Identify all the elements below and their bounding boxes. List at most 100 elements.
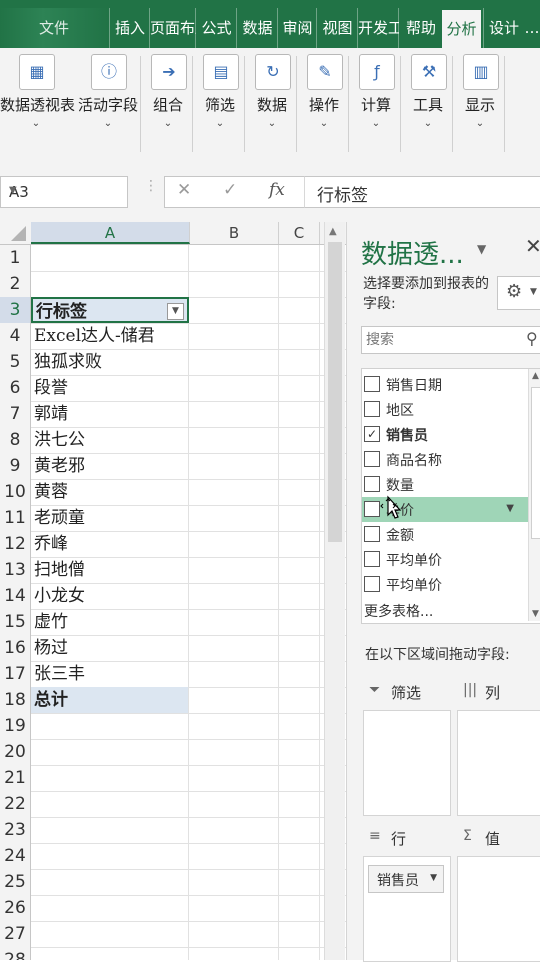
ribbon-group-8[interactable]: ▥ 显示 ⌄ <box>457 48 503 148</box>
ribbon-group-7[interactable]: ⚒ 工具 ⌄ <box>405 48 451 148</box>
tab-1[interactable]: 插入 <box>109 8 150 48</box>
cell-b[interactable] <box>190 401 279 427</box>
row-header[interactable]: 12 <box>0 531 31 557</box>
row-header[interactable]: 3 <box>0 297 31 323</box>
field-item[interactable]: 单价 ▼ <box>362 495 528 522</box>
row-header[interactable]: 17 <box>0 661 31 687</box>
formula-input[interactable]: 行标签 <box>304 176 540 208</box>
cell-b[interactable] <box>190 791 279 817</box>
cell-a[interactable]: 行标签 ▼ <box>31 297 189 323</box>
cell-a[interactable] <box>31 791 189 817</box>
values-drop-zone[interactable] <box>457 856 540 962</box>
row-label-filter-button[interactable]: ▼ <box>167 303 184 320</box>
row-header[interactable]: 7 <box>0 401 31 427</box>
column-header-B[interactable]: B <box>190 222 279 244</box>
cell-c[interactable] <box>279 505 320 531</box>
row-header[interactable]: 13 <box>0 557 31 583</box>
cell-a[interactable] <box>31 739 189 765</box>
chevron-down-icon[interactable]: ▼ <box>9 185 121 196</box>
cell-a[interactable]: 杨过 <box>31 635 189 661</box>
scroll-thumb[interactable] <box>531 387 540 539</box>
field-item[interactable]: 平均单价 <box>362 547 528 572</box>
cell-c[interactable] <box>279 661 320 687</box>
cell-b[interactable] <box>190 375 279 401</box>
cell-a[interactable]: Excel达人-储君 <box>31 323 189 349</box>
cell-c[interactable] <box>279 453 320 479</box>
cell-a[interactable]: 段誉 <box>31 375 189 401</box>
cell-a[interactable] <box>31 947 189 960</box>
cell-b[interactable] <box>190 505 279 531</box>
more-tabs-icon[interactable]: … <box>524 8 540 48</box>
row-header[interactable]: 20 <box>0 739 31 765</box>
name-box[interactable]: A3 ▼ <box>0 176 128 208</box>
tab-0[interactable]: 文件 <box>0 8 108 48</box>
cell-b[interactable] <box>190 479 279 505</box>
field-checkbox[interactable]: ✓ <box>364 426 380 442</box>
scroll-down-icon[interactable]: ▼ <box>532 609 539 619</box>
cell-c[interactable] <box>279 765 320 791</box>
cell-b[interactable] <box>190 583 279 609</box>
search-icon[interactable]: ⚲ <box>526 329 538 348</box>
cell-c[interactable] <box>279 271 320 297</box>
cell-c[interactable] <box>279 583 320 609</box>
row-header[interactable]: 8 <box>0 427 31 453</box>
scroll-up-icon[interactable]: ▲ <box>329 226 337 237</box>
field-checkbox[interactable] <box>364 451 380 467</box>
cell-a[interactable] <box>31 271 189 297</box>
cell-a[interactable]: 乔峰 <box>31 531 189 557</box>
cell-a[interactable] <box>31 713 189 739</box>
cell-b[interactable] <box>190 817 279 843</box>
vertical-scrollbar[interactable]: ▲ <box>324 222 345 960</box>
field-item[interactable]: 数量 <box>362 472 528 497</box>
cell-c[interactable] <box>279 869 320 895</box>
cell-b[interactable] <box>190 245 279 271</box>
row-header[interactable]: 11 <box>0 505 31 531</box>
cell-b[interactable] <box>190 687 279 713</box>
cell-b[interactable] <box>190 635 279 661</box>
cell-b[interactable] <box>190 271 279 297</box>
tab-3[interactable]: 公式 <box>195 8 237 48</box>
cell-c[interactable] <box>279 349 320 375</box>
cell-b[interactable] <box>190 895 279 921</box>
row-header[interactable]: 9 <box>0 453 31 479</box>
field-item[interactable]: 金额 <box>362 522 528 547</box>
cell-c[interactable] <box>279 739 320 765</box>
cell-a[interactable] <box>31 921 189 947</box>
ribbon-group-3[interactable]: ▤ 筛选 ⌄ <box>197 48 243 148</box>
cell-a[interactable]: 张三丰 <box>31 661 189 687</box>
row-header[interactable]: 16 <box>0 635 31 661</box>
ribbon-group-0[interactable]: ▦ 数据透视表 ⌄ <box>0 48 75 148</box>
cell-b[interactable] <box>190 297 279 323</box>
tab-7[interactable]: 开发工具 <box>357 8 399 48</box>
cell-c[interactable] <box>279 375 320 401</box>
row-header[interactable]: 10 <box>0 479 31 505</box>
cell-b[interactable] <box>190 349 279 375</box>
cell-b[interactable] <box>190 713 279 739</box>
cancel-icon[interactable]: ✕ <box>177 180 191 200</box>
row-header[interactable]: 5 <box>0 349 31 375</box>
field-checkbox[interactable] <box>364 526 380 542</box>
ribbon-group-1[interactable]: ⓘ 活动字段 ⌄ <box>76 48 140 148</box>
ribbon-group-5[interactable]: ✎ 操作 ⌄ <box>301 48 347 148</box>
cell-b[interactable] <box>190 661 279 687</box>
cell-b[interactable] <box>190 453 279 479</box>
row-header[interactable]: 22 <box>0 791 31 817</box>
column-header-C[interactable]: C <box>279 222 320 244</box>
field-item[interactable]: 平均单价 <box>362 572 528 597</box>
ribbon-group-2[interactable]: ➔ 组合 ⌄ <box>145 48 191 148</box>
row-header[interactable]: 14 <box>0 583 31 609</box>
pane-options-chevron-icon[interactable]: ▼ <box>477 242 486 256</box>
filters-drop-zone[interactable] <box>363 710 451 816</box>
row-header[interactable]: 27 <box>0 921 31 947</box>
ribbon-group-6[interactable]: ƒ 计算 ⌄ <box>353 48 399 148</box>
chevron-down-icon[interactable]: ▼ <box>430 873 437 883</box>
cell-a[interactable]: 黄蓉 <box>31 479 189 505</box>
row-header[interactable]: 18 <box>0 687 31 713</box>
cell-a[interactable] <box>31 817 189 843</box>
field-search[interactable]: ⚲ <box>361 326 540 354</box>
row-header[interactable]: 6 <box>0 375 31 401</box>
row-header[interactable]: 28 <box>0 947 31 960</box>
cell-c[interactable] <box>279 791 320 817</box>
cell-a[interactable]: 黄老邪 <box>31 453 189 479</box>
field-item[interactable]: 商品名称 <box>362 447 528 472</box>
